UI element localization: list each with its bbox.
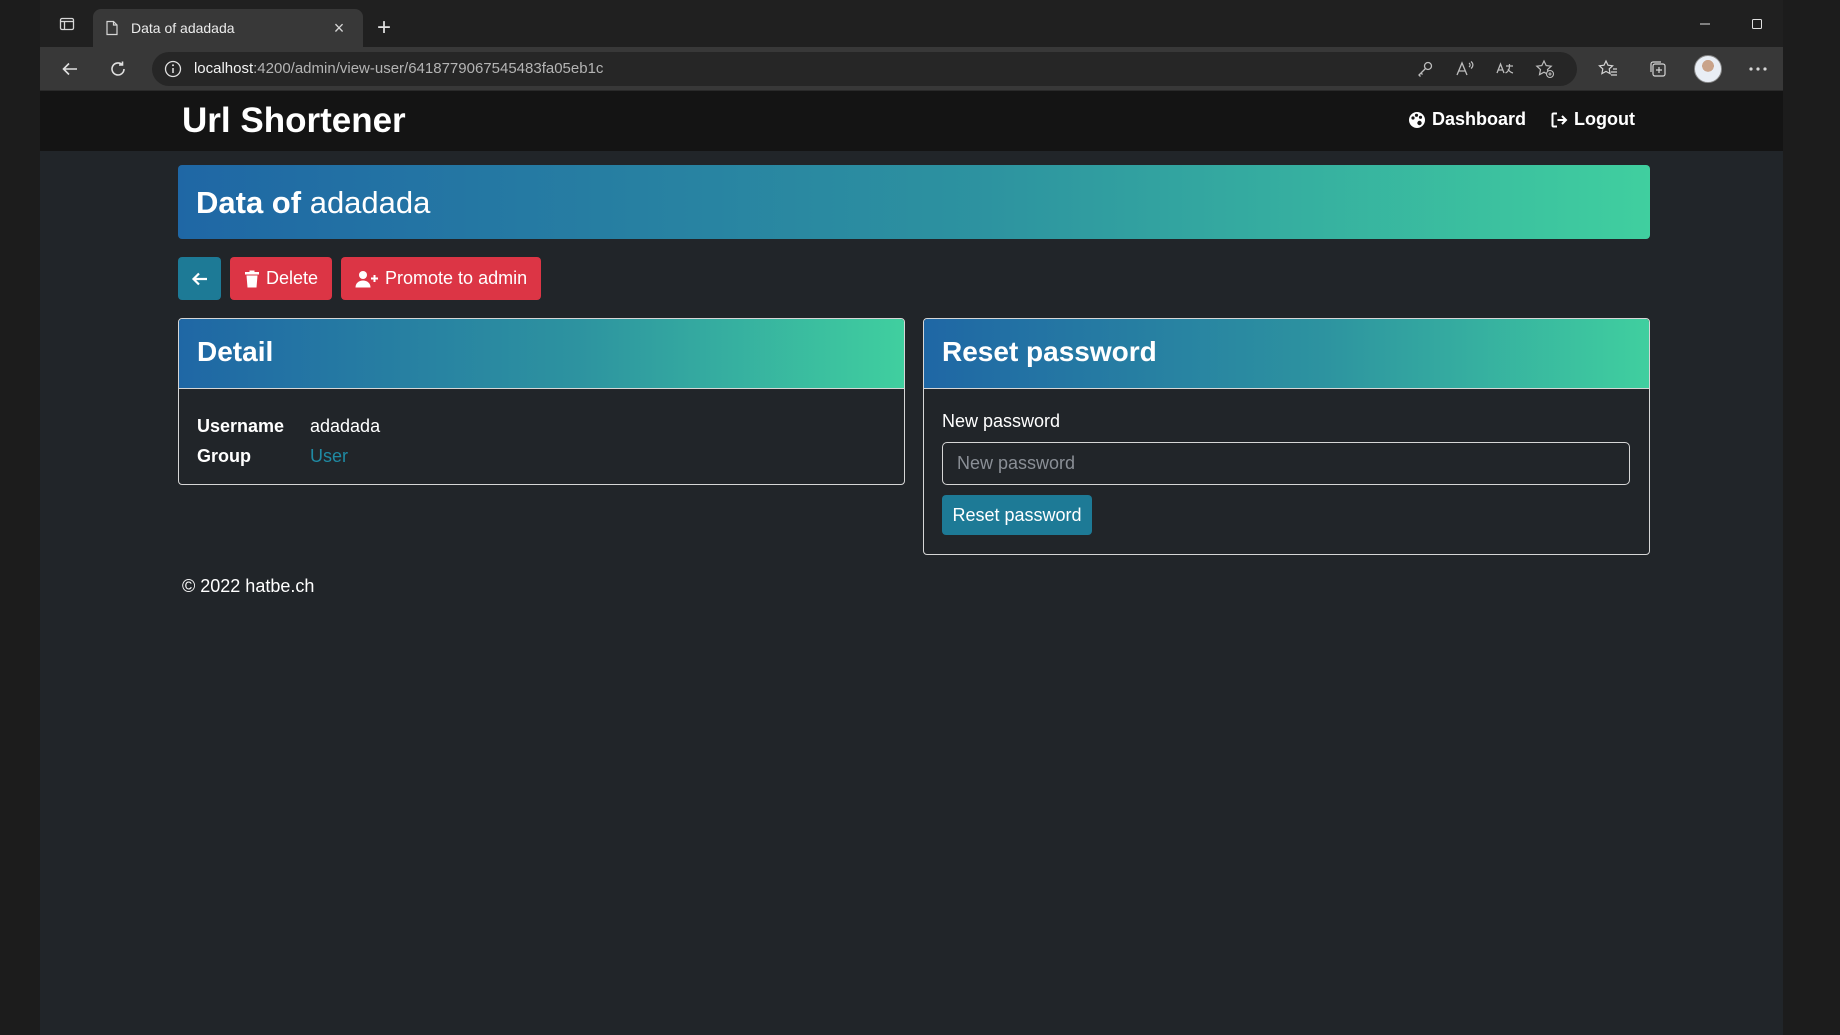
page-icon (106, 20, 118, 36)
collections-button[interactable] (1633, 49, 1683, 89)
arrow-left-icon (62, 62, 77, 75)
detail-row-group: Group User (197, 441, 886, 471)
info-icon[interactable] (164, 60, 182, 78)
maximize-button[interactable] (1731, 0, 1783, 47)
delete-button-label: Delete (266, 268, 319, 288)
tab-title: Data of adadada (131, 20, 235, 36)
minimize-button[interactable] (1679, 0, 1731, 47)
tab-actions-button[interactable] (40, 0, 93, 47)
arrow-left-icon (191, 272, 207, 285)
collections-icon (1650, 60, 1666, 77)
maximize-icon (1752, 18, 1762, 29)
new-tab-button[interactable]: + (363, 9, 405, 47)
nav-dashboard-link[interactable]: Dashboard (1408, 109, 1526, 130)
url-path: :4200/admin/view-user/6418779067545483fa… (253, 60, 604, 77)
address-toolbar: localhost:4200/admin/view-user/641877906… (40, 47, 1783, 91)
user-plus-icon (355, 270, 379, 287)
tab-bar: Data of adadada × + (40, 0, 1783, 47)
read-aloud-icon (1456, 60, 1474, 75)
sidebar-icon (59, 17, 74, 30)
page-title: Data of adadada (178, 165, 1650, 239)
profile-button[interactable] (1683, 49, 1733, 89)
window-controls (1679, 0, 1783, 47)
read-aloud-button[interactable] (1445, 54, 1485, 84)
url-host: localhost (193, 60, 254, 77)
logout-icon (1551, 112, 1568, 127)
promote-button-label: Promote to admin (385, 268, 528, 288)
key-icon (1418, 61, 1433, 77)
page-title-username: adadada (309, 185, 431, 220)
detail-card: Detail Username adadada Group User (178, 318, 905, 485)
reset-password-card-title: Reset password (924, 319, 1649, 389)
toolbar-right (1583, 49, 1783, 89)
reload-icon (111, 61, 125, 76)
nav-logout-link[interactable]: Logout (1550, 109, 1635, 130)
new-password-input[interactable] (942, 442, 1630, 485)
palette-icon (1408, 111, 1425, 128)
reset-password-button[interactable]: Reset password (942, 495, 1092, 535)
favorites-button[interactable] (1583, 49, 1633, 89)
nav-logout-label: Logout (1574, 109, 1635, 129)
new-password-label: New password (942, 411, 1061, 431)
reset-password-card: Reset password New password Reset passwo… (923, 318, 1650, 555)
detail-card-title: Detail (179, 319, 904, 389)
group-link[interactable]: User (310, 441, 348, 471)
address-bar[interactable]: localhost:4200/admin/view-user/641877906… (151, 51, 1577, 86)
translate-button[interactable] (1485, 54, 1525, 84)
browser-tab-active[interactable]: Data of adadada × (93, 9, 363, 47)
avatar (1694, 54, 1722, 83)
tab-close-icon[interactable]: × (327, 18, 351, 39)
delete-button[interactable]: Delete (230, 257, 333, 300)
detail-row-username: Username adadada (197, 411, 886, 441)
promote-to-admin-button[interactable]: Promote to admin (341, 257, 542, 300)
back-button[interactable] (46, 49, 94, 89)
translate-icon (1496, 61, 1514, 74)
reset-password-card-body: New password Reset password (924, 389, 1649, 554)
password-key-button[interactable] (1405, 54, 1445, 84)
browser-window: Data of adadada × + localhost:4200/admi… (40, 0, 1783, 1035)
detail-card-body: Username adadada Group User (179, 389, 904, 484)
favorites-icon (1598, 59, 1617, 76)
back-to-list-button[interactable] (178, 257, 221, 300)
trash-icon (245, 270, 259, 287)
detail-term: Username (197, 416, 285, 436)
page-title-prefix: Data of (196, 185, 302, 220)
footer-copyright: © 2022 hatbe.ch (182, 576, 315, 596)
star-plus-icon (1535, 59, 1555, 78)
settings-menu-button[interactable] (1733, 49, 1783, 89)
action-buttons: Delete Promote to admin (178, 257, 542, 300)
add-favorite-button[interactable] (1525, 54, 1565, 84)
app-navbar: Url Shortener Dashboard Logout (40, 91, 1783, 151)
plus-icon: + (376, 14, 391, 41)
more-icon (1749, 66, 1767, 71)
nav-links: Dashboard Logout (1408, 109, 1635, 130)
nav-dashboard-label: Dashboard (1431, 109, 1527, 129)
detail-term: Group (197, 446, 251, 466)
reload-button[interactable] (94, 49, 142, 89)
minimize-icon (1700, 23, 1710, 24)
detail-value-username: adadada (310, 416, 381, 436)
brand-title[interactable]: Url Shortener (182, 101, 406, 141)
